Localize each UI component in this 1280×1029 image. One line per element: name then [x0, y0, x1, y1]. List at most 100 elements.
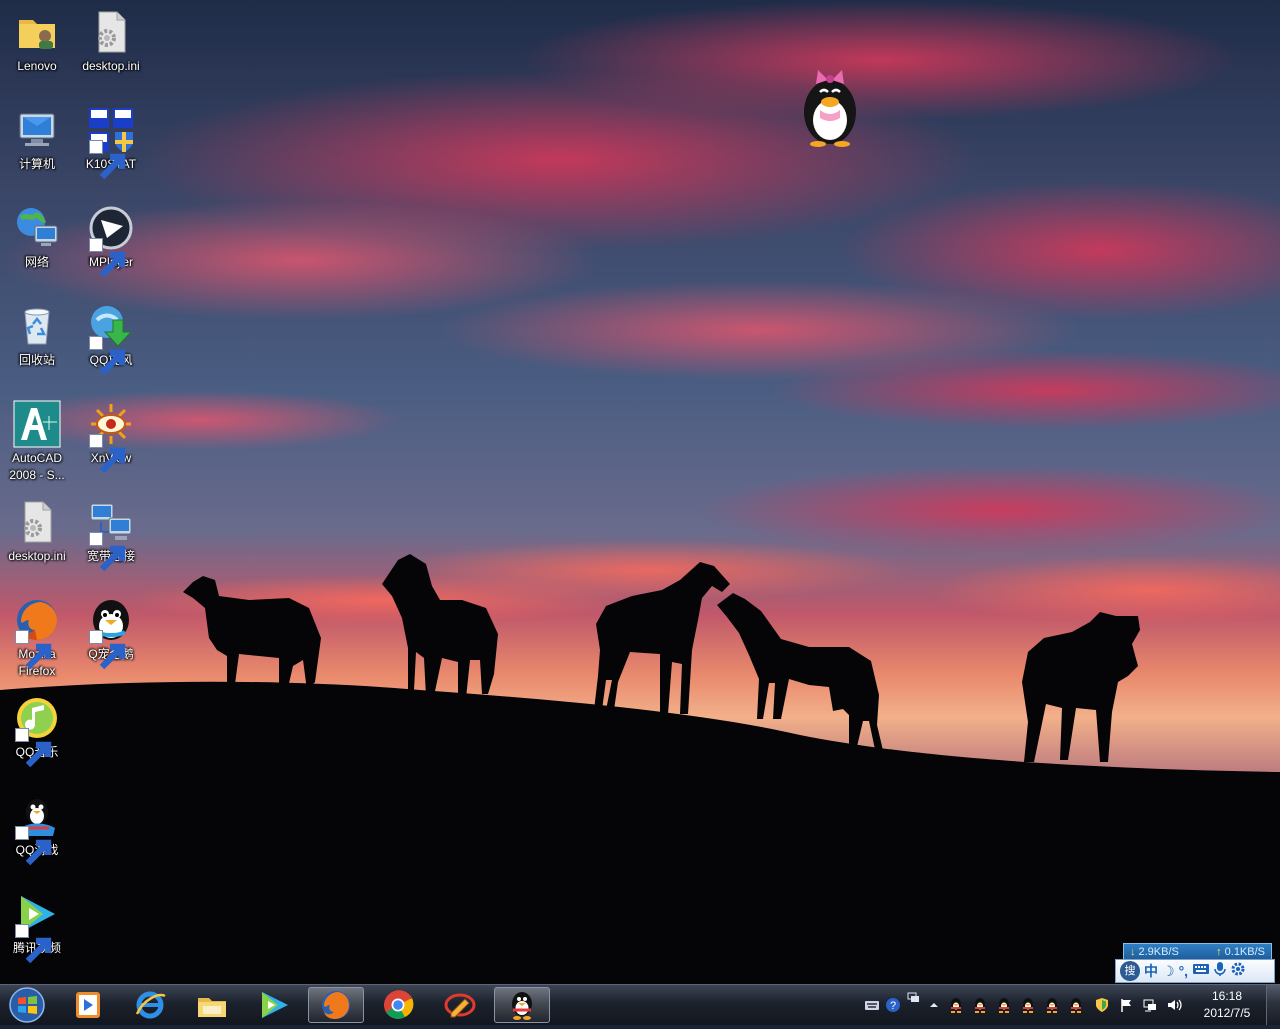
taskbar-media-player[interactable] [60, 987, 116, 1023]
desktop-icon-computer[interactable]: 计算机 [0, 106, 74, 173]
system-tray: ? [856, 985, 1192, 1025]
qq-music-icon [13, 694, 61, 768]
security-shield-icon[interactable] [1094, 997, 1110, 1013]
k10stat-shield-icon [87, 106, 135, 180]
desktop-icon-label: AutoCAD 2008 - S... [9, 451, 65, 482]
firefox-icon [13, 596, 61, 670]
system-clock[interactable]: 16:18 2012/7/5 [1194, 988, 1260, 1022]
autocad-icon [13, 400, 61, 448]
qq-tray-icon-3[interactable] [996, 997, 1012, 1013]
taskbar: ? 16:18 2012/7/5 [0, 984, 1280, 1025]
taskbar-qq[interactable] [494, 987, 550, 1023]
firefox-icon [322, 991, 350, 1019]
shortcut-arrow-icon [89, 434, 126, 474]
desktop-icon-tencent-video[interactable]: 腾讯视频 [0, 890, 74, 964]
action-center-flag-icon[interactable] [1118, 997, 1134, 1013]
show-desktop-button[interactable] [1266, 985, 1280, 1025]
taskbar-chrome[interactable] [370, 987, 426, 1023]
desktop-icon-qq-whirlwind[interactable]: QQ旋风 [74, 302, 148, 376]
user-folder-icon [13, 8, 61, 56]
mplayer-icon [87, 204, 135, 278]
tencent-video-icon [262, 992, 288, 1018]
qq-tray-icon-2[interactable] [972, 997, 988, 1013]
shortcut-arrow-icon [89, 630, 126, 670]
qq-tray-icon-5[interactable] [1044, 997, 1060, 1013]
network-status-icon[interactable] [1142, 997, 1158, 1013]
desktop-icon-label: 回收站 [18, 353, 55, 367]
taskbar-edit-tool[interactable] [432, 987, 488, 1023]
window-switch-icon[interactable] [906, 991, 922, 1007]
media-player-icon [76, 992, 100, 1018]
desktop-icon-broadband[interactable]: 宽带连接 [74, 498, 148, 572]
file-explorer-icon [198, 998, 226, 1017]
download-speed: ↓ 2.9KB/S [1130, 946, 1179, 958]
desktop-icon-desktop-ini-1[interactable]: desktop.ini [74, 8, 148, 75]
desktop-icon-network[interactable]: 网络 [0, 204, 74, 271]
volume-icon[interactable] [1166, 997, 1182, 1013]
chrome-icon [384, 990, 414, 1019]
qq-whirlwind-download-icon [87, 302, 135, 376]
shortcut-arrow-icon [89, 532, 126, 572]
settings-file-icon [87, 8, 135, 56]
desktop-icon-recycle-bin[interactable]: 回收站 [0, 302, 74, 369]
qq-penguin-icon [512, 992, 532, 1020]
shortcut-arrow-icon [15, 826, 52, 866]
microphone-icon[interactable] [1214, 961, 1226, 982]
broadband-connection-icon [87, 498, 135, 572]
qq-tray-icon-4[interactable] [1020, 997, 1036, 1013]
desktop-icon-firefox[interactable]: Mozilla Firefox [0, 596, 74, 680]
qq-tray-icon-1[interactable] [948, 997, 964, 1013]
desktop-icon-mplayer[interactable]: MPlayer [74, 204, 148, 278]
desktop-icon-label: desktop.ini [8, 549, 66, 563]
desktop-icon-qq-music[interactable]: QQ音乐 [0, 694, 74, 768]
upload-speed: ↑ 0.1KB/S [1216, 946, 1265, 958]
taskbar-tencent-video[interactable] [246, 987, 302, 1023]
desktop-icon-xnview[interactable]: XnView [74, 400, 148, 474]
internet-explorer-icon [135, 991, 166, 1019]
taskbar-internet-explorer[interactable] [122, 987, 178, 1023]
desktop-icon-lenovo[interactable]: Lenovo [0, 8, 74, 75]
desktop-icon-label: 网络 [24, 255, 49, 269]
upload-arrow-icon: ↑ [1216, 946, 1222, 958]
xnview-eye-icon [87, 400, 135, 474]
ime-punctuation-toggle[interactable]: °, [1179, 962, 1189, 980]
desktop-icon-label: Lenovo [17, 59, 57, 73]
clock-date: 2012/7/5 [1203, 1006, 1251, 1020]
ime-logo-icon[interactable]: 搜 [1120, 961, 1140, 981]
gear-icon[interactable] [1230, 961, 1246, 982]
svg-text:?: ? [890, 1000, 896, 1012]
chevron-up-icon[interactable] [926, 997, 942, 1013]
keyboard-icon[interactable] [1192, 962, 1210, 981]
shortcut-arrow-icon [89, 140, 126, 180]
q-pet-penguin-icon [87, 596, 135, 670]
taskbar-file-explorer[interactable] [184, 987, 240, 1023]
ime-chinese-mode[interactable]: 中 [1144, 962, 1158, 980]
desktop-icon-qq-game[interactable]: QQ游戏 [0, 792, 74, 866]
tencent-video-icon [13, 890, 61, 964]
shortcut-arrow-icon [15, 728, 52, 768]
clock-time: 16:18 [1211, 989, 1243, 1003]
desktop-icon-autocad[interactable]: AutoCAD 2008 - S... [0, 400, 74, 484]
shortcut-arrow-icon [89, 238, 126, 278]
desktop-icon-q-pet-penguin[interactable]: Q宠企鹅 [74, 596, 148, 670]
desktop-icon-desktop-ini-2[interactable]: desktop.ini [0, 498, 74, 565]
desktop-icon-k10stat[interactable]: K10STAT [74, 106, 148, 180]
ime-toolbar[interactable]: 搜 中 ☽ °, [1115, 959, 1275, 983]
settings-file-icon [13, 498, 61, 546]
desktop-wallpaper [0, 0, 1280, 1024]
shortcut-arrow-icon [89, 336, 126, 376]
qq-tray-icon-6[interactable] [1068, 997, 1084, 1013]
recycle-bin-icon [13, 302, 61, 350]
taskbar-firefox[interactable] [308, 987, 364, 1023]
computer-icon [13, 106, 61, 154]
help-icon[interactable]: ? [885, 997, 901, 1013]
desktop-icon-label: 计算机 [18, 157, 55, 171]
keyboard-icon[interactable] [864, 997, 880, 1013]
start-button[interactable] [2, 986, 52, 1024]
download-arrow-icon: ↓ [1130, 946, 1136, 958]
ime-fullwidth-toggle[interactable]: ☽ [1162, 962, 1175, 980]
edit-tool-icon [444, 993, 476, 1018]
desktop-icon-label: desktop.ini [82, 59, 140, 73]
network-globe-icon [13, 204, 61, 252]
qq-pet-penguin[interactable] [798, 62, 862, 148]
